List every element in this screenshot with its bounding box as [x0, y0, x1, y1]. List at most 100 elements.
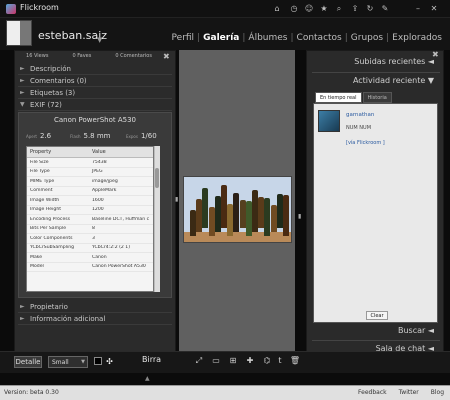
home-icon[interactable]: ⌂: [271, 3, 283, 15]
main-nav: Perfil | Galería | Álbumes | Contactos |…: [172, 33, 442, 43]
bottle-shape: [270, 205, 277, 232]
trash-icon[interactable]: 🗑: [289, 355, 301, 367]
blog-link[interactable]: Blog: [431, 389, 444, 396]
exif-property: Image Width: [30, 197, 60, 203]
add-note-icon[interactable]: ✚: [244, 355, 256, 367]
add-to-set-icon[interactable]: ⊞: [227, 355, 239, 367]
avatar[interactable]: [318, 110, 340, 132]
expand-icon[interactable]: ⤢: [193, 355, 205, 367]
exif-property: YCbCrSubSampling: [30, 245, 75, 251]
scrollbar-thumb[interactable]: [155, 168, 159, 188]
section-actividad-reciente[interactable]: Actividad reciente ▼: [306, 76, 444, 90]
section-descripcion[interactable]: ► Descripción: [18, 64, 172, 75]
exif-value: JPEG: [92, 169, 103, 175]
fullscreen-icon[interactable]: ✣: [105, 357, 114, 366]
status-links: Feedback Twitter Blog: [358, 389, 444, 396]
tab-historia[interactable]: Historia: [362, 92, 392, 103]
table-row[interactable]: Comment AppleMark: [27, 187, 153, 196]
left-panel-handle[interactable]: ▮: [175, 196, 178, 203]
window-title: Flickroom: [20, 3, 59, 12]
bottle-shape: [252, 190, 258, 232]
views-count: 16 Views: [26, 53, 49, 59]
activity-feed: [313, 103, 438, 323]
table-row[interactable]: File Size 75438: [27, 158, 153, 168]
black-background-icon[interactable]: [94, 357, 102, 365]
exif-value: 3: [92, 235, 95, 241]
table-row[interactable]: Color Components 3: [27, 234, 153, 244]
chevron-down-icon: ▼: [81, 359, 85, 365]
table-row[interactable]: MIME Type image/jpeg: [27, 177, 153, 187]
photo-stats: 16 Views 0 Faves 0 Comentarios: [14, 53, 164, 59]
flickroom-logo-icon: [6, 4, 16, 14]
nav-perfil[interactable]: Perfil: [172, 33, 195, 43]
table-row[interactable]: Bits Per Sample 8: [27, 225, 153, 234]
upload-icon[interactable]: ⇪: [349, 3, 361, 15]
section-propietario[interactable]: ► Propietario: [18, 302, 172, 313]
star-icon[interactable]: ★: [318, 3, 330, 15]
right-panel-handle[interactable]: ▮: [298, 213, 301, 220]
bottle-shape: [276, 194, 283, 228]
table-row[interactable]: File Type JPEG: [27, 168, 153, 177]
nav-explorados[interactable]: Explorados: [392, 33, 442, 43]
exif-property: File Type: [30, 169, 50, 175]
section-exif[interactable]: ▼ EXIF (72): [18, 100, 172, 111]
minimize-icon[interactable]: –: [412, 3, 424, 15]
bottle-shape: [283, 195, 289, 236]
nav-albumes[interactable]: Álbumes: [248, 33, 287, 43]
section-buscar[interactable]: Buscar ◄: [306, 326, 444, 340]
table-row[interactable]: YCbCrSubSampling YCbCr4:2:2 (2 1): [27, 244, 153, 253]
table-header: Property Value: [27, 147, 153, 158]
close-icon[interactable]: ✖: [163, 52, 170, 61]
clear-button[interactable]: Clear: [366, 311, 388, 320]
exif-value: image/jpeg: [92, 178, 118, 184]
table-row[interactable]: Encoding Process Baseline DCT, Huffman c: [27, 215, 153, 225]
bottle-shape: [227, 204, 234, 236]
detail-button[interactable]: Detalle: [14, 356, 42, 368]
table-row[interactable]: Image Height 1200: [27, 206, 153, 215]
exif-value: AppleMark: [92, 188, 117, 194]
section-comentarios[interactable]: ► Comentarios (0): [18, 76, 172, 87]
activity-via-link[interactable]: [vía Flickroom ]: [346, 140, 385, 146]
table-row[interactable]: Image Width 1600: [27, 196, 153, 206]
feedback-link[interactable]: Feedback: [358, 389, 387, 396]
table-row[interactable]: Model Canon PowerShot A530: [27, 263, 153, 272]
exif-value: 8: [92, 226, 95, 232]
table-row[interactable]: Make Canon: [27, 253, 153, 263]
nav-grupos[interactable]: Grupos: [351, 33, 383, 43]
section-etiquetas[interactable]: ► Etiquetas (3): [18, 88, 172, 99]
nav-contactos[interactable]: Contactos: [297, 33, 342, 43]
exif-property: MIME Type: [30, 178, 55, 184]
photo-image[interactable]: [183, 176, 292, 243]
size-select[interactable]: Small ▼: [48, 356, 88, 368]
bottle-shape: [264, 198, 271, 236]
chevron-right-icon: ►: [20, 89, 25, 96]
nav-galeria[interactable]: Galería: [203, 33, 239, 43]
section-subidas-recientes[interactable]: Subidas recientes ◄: [306, 57, 444, 71]
slideshow-icon[interactable]: ▭: [210, 355, 222, 367]
tag-icon[interactable]: ⌬: [261, 355, 273, 367]
close-icon[interactable]: ✕: [428, 3, 440, 15]
tumblr-icon[interactable]: t: [274, 355, 286, 367]
exif-property: Color Components: [30, 235, 73, 241]
twitter-link[interactable]: Twitter: [399, 389, 419, 396]
avatar[interactable]: [6, 20, 32, 46]
faves-count: 0 Faves: [72, 53, 92, 59]
chevron-down-icon[interactable]: ▼: [97, 36, 102, 44]
exif-value: Canon: [92, 254, 107, 260]
user-icon[interactable]: ☺: [303, 3, 315, 15]
chevron-up-icon[interactable]: ▲: [145, 375, 150, 382]
refresh-icon[interactable]: ↻: [364, 3, 376, 15]
nav-separator: |: [242, 33, 246, 43]
photo-title: Birra: [142, 355, 162, 364]
nav-separator: |: [197, 33, 201, 43]
tab-tiempo-real[interactable]: En tiempo real: [315, 92, 362, 103]
section-info-adicional[interactable]: ► Información adicional: [18, 314, 172, 325]
search-icon[interactable]: ⌕: [333, 3, 345, 15]
activity-user[interactable]: garnathan: [346, 112, 374, 118]
aperture-spec: Apert 2.6: [26, 132, 52, 140]
tools-icon[interactable]: ✎: [379, 3, 391, 15]
exif-value: 1200: [92, 207, 104, 213]
clock-icon[interactable]: ◷: [288, 3, 300, 15]
chevron-right-icon: ►: [20, 315, 25, 322]
exif-property: Encoding Process: [30, 216, 71, 222]
